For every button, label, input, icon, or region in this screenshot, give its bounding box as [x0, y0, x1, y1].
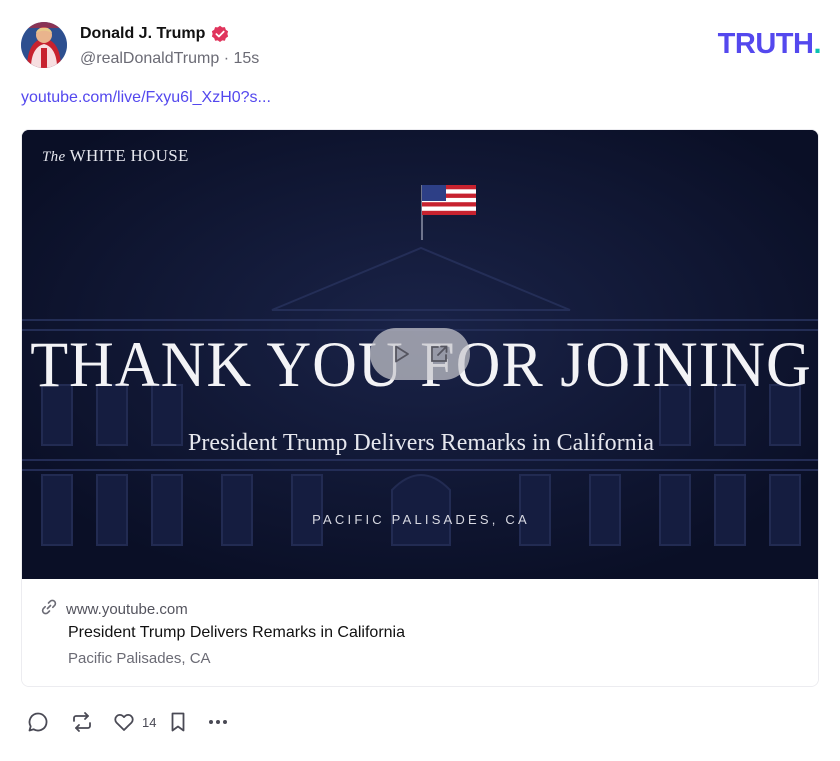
post-link[interactable]: youtube.com/live/Fxyu6l_XzH0?s...	[21, 89, 271, 107]
truth-logo[interactable]: TRUTH.	[717, 28, 822, 60]
author-name-text[interactable]: Donald J. Trump	[80, 25, 205, 43]
repost-button[interactable]	[70, 710, 112, 734]
card-title[interactable]: President Trump Delivers Remarks in Cali…	[68, 624, 405, 642]
thumbnail-subhead: President Trump Delivers Remarks in Cali…	[188, 430, 654, 456]
comment-icon	[28, 712, 48, 732]
play-icon[interactable]	[390, 343, 412, 365]
link-preview-card[interactable]: The WHITE HOUSE THANK YOU FOR JOINING Pr…	[21, 129, 819, 687]
video-thumbnail[interactable]: The WHITE HOUSE THANK YOU FOR JOINING Pr…	[22, 130, 818, 579]
bookmark-icon	[171, 712, 185, 732]
logo-text: TRUTH	[717, 28, 814, 60]
meta-separator: ·	[219, 50, 234, 67]
card-domain-row: www.youtube.com	[40, 598, 188, 620]
more-button[interactable]	[206, 710, 236, 734]
avatar[interactable]	[21, 22, 67, 68]
author-handle[interactable]: @realDonaldTrump	[80, 50, 219, 67]
more-icon	[209, 720, 227, 724]
reply-button[interactable]	[26, 710, 70, 734]
video-controls	[370, 328, 470, 380]
heart-icon	[114, 713, 134, 731]
white-house-article: The	[42, 149, 66, 165]
white-house-label: The WHITE HOUSE	[42, 146, 189, 166]
card-description: Pacific Palisades, CA	[68, 650, 211, 667]
post-actions: 14	[26, 709, 236, 735]
thumbnail-location: PACIFIC PALISADES, CA	[312, 512, 530, 527]
card-body[interactable]: www.youtube.com President Trump Delivers…	[22, 579, 818, 686]
repost-icon	[73, 712, 91, 732]
external-link-icon[interactable]	[428, 343, 450, 365]
bookmark-button[interactable]	[166, 710, 206, 734]
flag-icon	[422, 185, 476, 215]
link-icon	[40, 598, 58, 620]
post-header: Donald J. Trump @realDonaldTrump · 15s T…	[21, 22, 821, 70]
author-name[interactable]: Donald J. Trump	[80, 25, 229, 43]
logo-dot: .	[813, 28, 821, 60]
verified-badge-icon	[211, 25, 229, 43]
post-time[interactable]: 15s	[233, 50, 259, 67]
like-count: 14	[142, 714, 157, 730]
white-house-name: WHITE HOUSE	[69, 146, 189, 165]
card-domain: www.youtube.com	[66, 600, 188, 618]
author-meta: @realDonaldTrump · 15s	[80, 50, 259, 68]
like-button[interactable]: 14	[112, 710, 166, 734]
